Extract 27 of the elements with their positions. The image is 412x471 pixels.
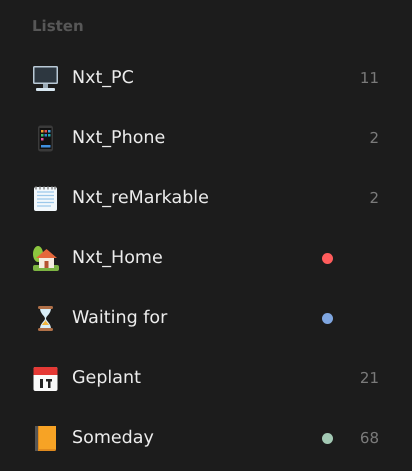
list-name: Geplant (72, 368, 142, 388)
hourglass-icon (38, 306, 53, 330)
list-item[interactable]: Someday 68 (0, 408, 412, 468)
calendar-icon (34, 366, 58, 390)
list-item[interactable]: Geplant 21 (0, 348, 412, 408)
item-count: 68 (358, 429, 379, 447)
book-icon (35, 426, 56, 450)
item-count: 2 (368, 129, 379, 147)
list-item[interactable]: Waiting for (0, 288, 412, 348)
section-title: Listen (32, 17, 84, 35)
list-name: Nxt_Home (72, 248, 164, 268)
list-item[interactable]: Nxt_Phone 2 (0, 108, 412, 168)
list-name: Nxt_PC (72, 68, 135, 88)
list-name: Nxt_reMarkable (72, 188, 210, 208)
list-item[interactable]: Nxt_reMarkable 2 (0, 168, 412, 228)
item-count: 2 (368, 189, 379, 207)
list-item[interactable]: Nxt_Home (0, 228, 412, 288)
list-name: Waiting for (72, 308, 168, 328)
house-icon (33, 246, 59, 270)
list-name: Someday (72, 428, 155, 448)
monitor-icon (33, 66, 58, 90)
list-item[interactable]: Nxt_PC 11 (0, 48, 412, 108)
phone-icon (38, 125, 53, 151)
notepad-icon (34, 185, 57, 210)
list-name: Nxt_Phone (72, 128, 166, 148)
item-count: 11 (358, 69, 379, 87)
item-count: 21 (358, 369, 379, 387)
